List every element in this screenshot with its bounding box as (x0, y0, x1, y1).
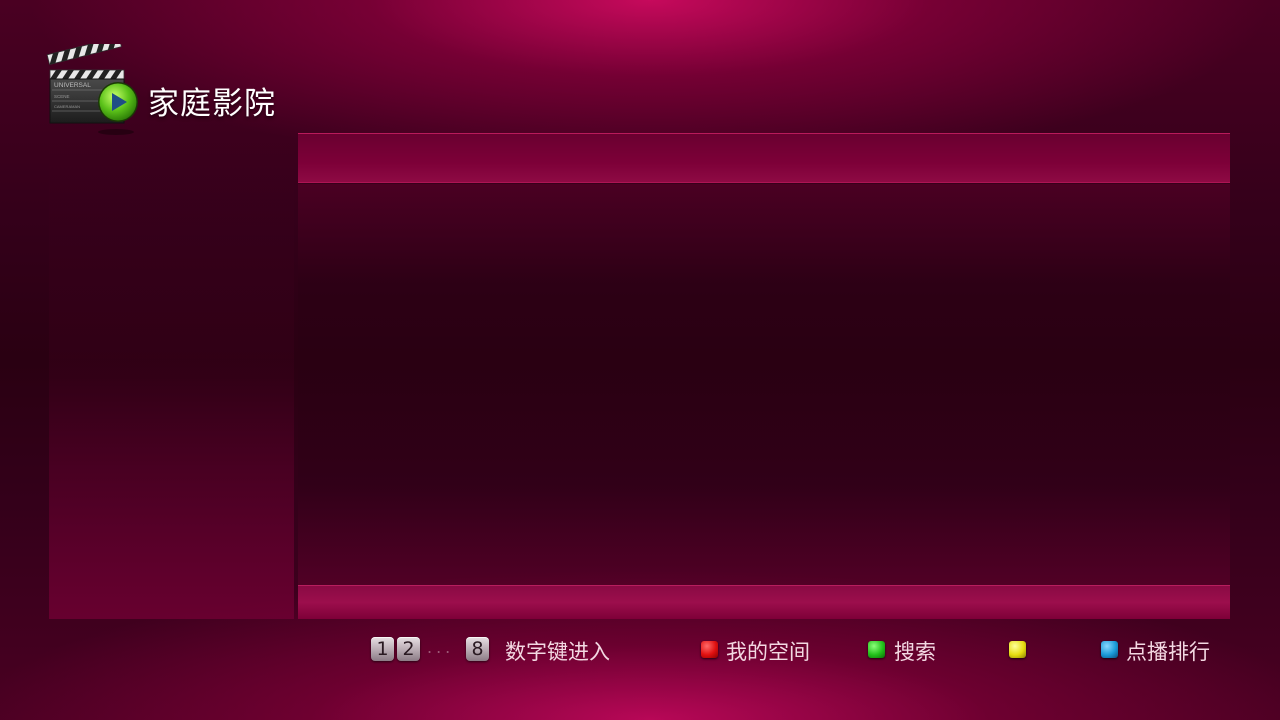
app-title: 家庭影院 (148, 86, 276, 122)
yellow-key-icon[interactable] (1009, 641, 1026, 658)
svg-text:UNIVERSAL: UNIVERSAL (54, 82, 91, 89)
header-strip (298, 133, 1230, 183)
content-area (298, 184, 1230, 585)
my-space-label[interactable]: 我的空间 (726, 636, 810, 666)
search-label[interactable]: 搜索 (894, 636, 936, 666)
number-key-2-icon: 2 (397, 637, 420, 661)
number-key-1-icon: 1 (371, 637, 394, 661)
number-key-8-icon: 8 (466, 637, 489, 661)
ellipsis: ... (427, 638, 455, 657)
category-sidebar-panel (49, 133, 294, 619)
green-key-icon[interactable] (868, 641, 885, 658)
pager-strip (298, 585, 1230, 619)
svg-text:SCENE: SCENE (54, 94, 70, 99)
red-key-icon[interactable] (701, 641, 718, 658)
blue-key-icon[interactable] (1101, 641, 1118, 658)
number-key-hint: 数字键进入 (505, 640, 610, 664)
vod-ranking-label[interactable]: 点播排行 (1126, 636, 1210, 666)
clapperboard-logo-icon: UNIVERSAL SCENE CAMERAMAN (46, 44, 138, 135)
svg-text:CAMERAMAN: CAMERAMAN (54, 104, 80, 109)
